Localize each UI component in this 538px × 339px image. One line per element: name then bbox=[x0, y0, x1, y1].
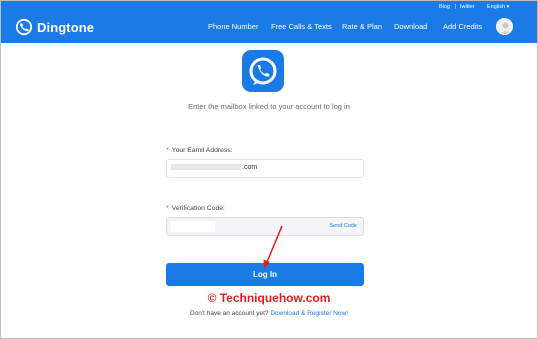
register-link[interactable]: Download & Register Now! bbox=[270, 310, 348, 317]
register-prompt: Don't have an account yet? Download & Re… bbox=[1, 310, 537, 317]
register-prompt-text: Don't have an account yet? bbox=[189, 310, 269, 317]
browser-frame: Dingtone Blog | twitter English ▾ Phone … bbox=[0, 0, 538, 339]
watermark: © Techniquehow.com bbox=[207, 291, 331, 305]
red-arrow bbox=[263, 225, 283, 269]
